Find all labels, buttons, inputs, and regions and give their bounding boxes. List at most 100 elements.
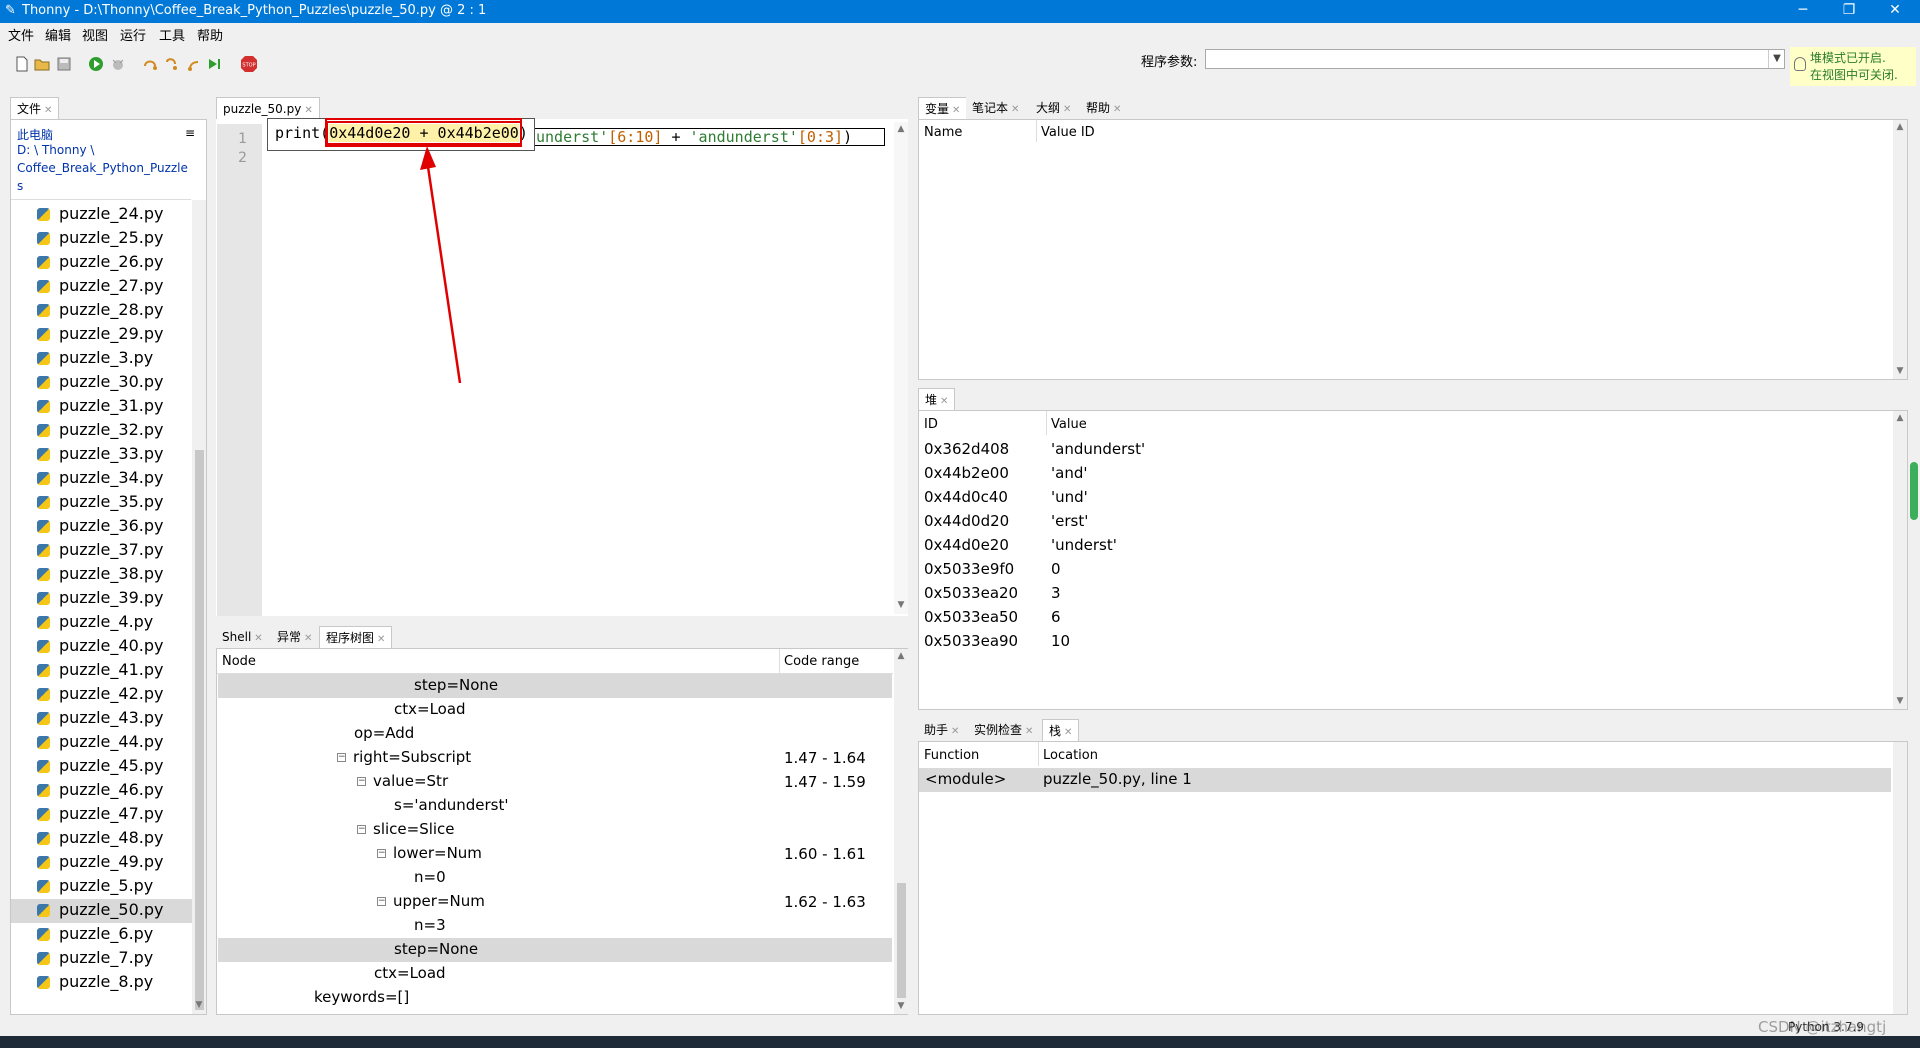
ast-node-row[interactable]: op=Add [218,722,892,746]
heap-row[interactable]: 0x44b2e00 'and' [919,462,1889,486]
scroll-thumb[interactable] [897,883,906,998]
collapse-toggle-icon[interactable]: − [377,897,386,906]
heap-mode-notice[interactable]: 堆模式已开启. 在视图中可关闭. [1790,47,1916,86]
file-item[interactable]: puzzle_41.py [37,659,201,683]
file-item[interactable]: puzzle_34.py [37,467,201,491]
file-item[interactable]: puzzle_8.py [37,971,201,995]
stop-icon[interactable]: STOP [240,55,258,73]
heap-row[interactable]: 0x5033ea20 3 [919,582,1889,606]
column-header-function[interactable]: Function [924,748,979,763]
column-header-name[interactable]: Name [924,125,962,140]
save-icon[interactable] [56,56,72,72]
ast-node-row[interactable]: ctx=Load [218,962,892,986]
open-folder-icon[interactable] [34,56,50,72]
chevron-down-icon[interactable]: ▼ [1768,50,1785,68]
files-scrollbar[interactable]: ▼ [192,200,206,1014]
file-item[interactable]: puzzle_31.py [37,395,201,419]
file-item[interactable]: puzzle_6.py [37,923,201,947]
menu-view[interactable]: 视图 [82,25,108,44]
ast-node-row[interactable]: step=None [218,674,892,698]
tab-help[interactable]: 帮助 ✕ [1080,97,1128,119]
heap-row[interactable]: 0x362d408 'andunderst' [919,438,1889,462]
heap-row[interactable]: 0x44d0c40 'und' [919,486,1889,510]
menu-icon[interactable]: ≡ [185,126,195,140]
file-item[interactable]: puzzle_7.py [37,947,201,971]
file-item[interactable]: puzzle_38.py [37,563,201,587]
stack-row[interactable]: <module> puzzle_50.py, line 1 [919,768,1891,792]
file-item[interactable]: puzzle_29.py [37,323,201,347]
tab-ast[interactable]: 程序树图 ✕ [319,626,393,649]
tab-shell[interactable]: Shell ✕ [216,626,269,648]
debug-icon[interactable] [110,56,126,72]
ast-node-row[interactable]: − lower=Num 1.60 - 1.61 [218,842,892,866]
tab-variables[interactable]: 变量 ✕ [918,97,968,120]
file-item[interactable]: puzzle_50.py [11,899,201,923]
file-item[interactable]: puzzle_47.py [37,803,201,827]
scroll-thumb[interactable] [195,450,204,1010]
heap-row[interactable]: 0x5033ea90 10 [919,630,1889,654]
heap-row[interactable]: 0x5033e9f0 0 [919,558,1889,582]
column-header-location[interactable]: Location [1043,748,1098,763]
ast-node-row[interactable]: n=0 [218,866,892,890]
file-item[interactable]: puzzle_46.py [37,779,201,803]
ast-node-row[interactable]: step=None [218,938,892,962]
file-item[interactable]: puzzle_28.py [37,299,201,323]
root-this-pc[interactable]: 此电脑 [17,126,53,143]
path-crumb-1[interactable]: D: \ Thonny \ [17,143,94,157]
menu-tools[interactable]: 工具 [159,25,185,44]
file-item[interactable]: puzzle_48.py [37,827,201,851]
run-icon[interactable] [88,56,104,72]
scroll-down-icon[interactable]: ▼ [192,1000,206,1010]
file-item[interactable]: puzzle_30.py [37,371,201,395]
restore-button[interactable]: ❐ [1826,0,1872,23]
ast-scrollbar[interactable]: ▲ ▼ [894,649,908,1014]
heap-row[interactable]: 0x5033ea50 6 [919,606,1889,630]
file-item[interactable]: puzzle_5.py [37,875,201,899]
step-out-icon[interactable] [186,56,202,72]
file-item[interactable]: puzzle_40.py [37,635,201,659]
collapse-toggle-icon[interactable]: − [357,777,366,786]
menu-run[interactable]: 运行 [120,25,146,44]
tab-files[interactable]: 文件 ✕ [10,97,60,120]
tab-notebook[interactable]: 笔记本 ✕ [966,97,1026,119]
ast-node-row[interactable]: − value=Str 1.47 - 1.59 [218,770,892,794]
file-item[interactable]: puzzle_43.py [37,707,201,731]
file-item[interactable]: puzzle_44.py [37,731,201,755]
ast-node-row[interactable]: ctx=Load [218,698,892,722]
program-args-input[interactable] [1205,49,1785,69]
file-item[interactable]: puzzle_4.py [37,611,201,635]
editor-scrollbar[interactable]: ▲ ▼ [894,122,908,614]
file-item[interactable]: puzzle_24.py [37,203,201,227]
ast-node-row[interactable]: keywords=[] [218,986,892,1010]
file-item[interactable]: puzzle_36.py [37,515,201,539]
tab-stack[interactable]: 栈 ✕ [1042,719,1080,742]
file-item[interactable]: puzzle_37.py [37,539,201,563]
ast-node-row[interactable]: s='andunderst' [218,794,892,818]
variables-scrollbar[interactable]: ▲ ▼ [1893,120,1907,379]
minimize-button[interactable]: ─ [1780,0,1826,23]
tab-outline[interactable]: 大纲 ✕ [1030,97,1078,119]
path-crumb-3[interactable]: s [17,179,23,193]
column-header-value-id[interactable]: Value ID [1041,125,1095,140]
file-item[interactable]: puzzle_3.py [37,347,201,371]
menu-edit[interactable]: 编辑 [45,25,71,44]
heap-scrollbar[interactable]: ▲ ▼ [1893,411,1907,709]
column-header-value[interactable]: Value [1051,417,1087,432]
step-into-icon[interactable] [164,56,180,72]
editor-panel[interactable] [216,119,908,616]
collapse-toggle-icon[interactable]: − [337,753,346,762]
close-button[interactable]: ✕ [1872,0,1918,23]
tab-assistant[interactable]: 助手 ✕ [918,719,966,741]
path-crumb-2[interactable]: Coffee_Break_Python_Puzzle [17,161,188,175]
menu-help[interactable]: 帮助 [197,25,223,44]
column-header-node[interactable]: Node [222,654,256,669]
ast-node-row[interactable]: n=3 [218,914,892,938]
stack-scrollbar[interactable] [1893,742,1907,1014]
file-item[interactable]: puzzle_45.py [37,755,201,779]
file-item[interactable]: puzzle_27.py [37,275,201,299]
new-file-icon[interactable] [14,56,30,72]
file-item[interactable]: puzzle_39.py [37,587,201,611]
collapse-toggle-icon[interactable]: − [377,849,386,858]
file-item[interactable]: puzzle_42.py [37,683,201,707]
file-item[interactable]: puzzle_26.py [37,251,201,275]
